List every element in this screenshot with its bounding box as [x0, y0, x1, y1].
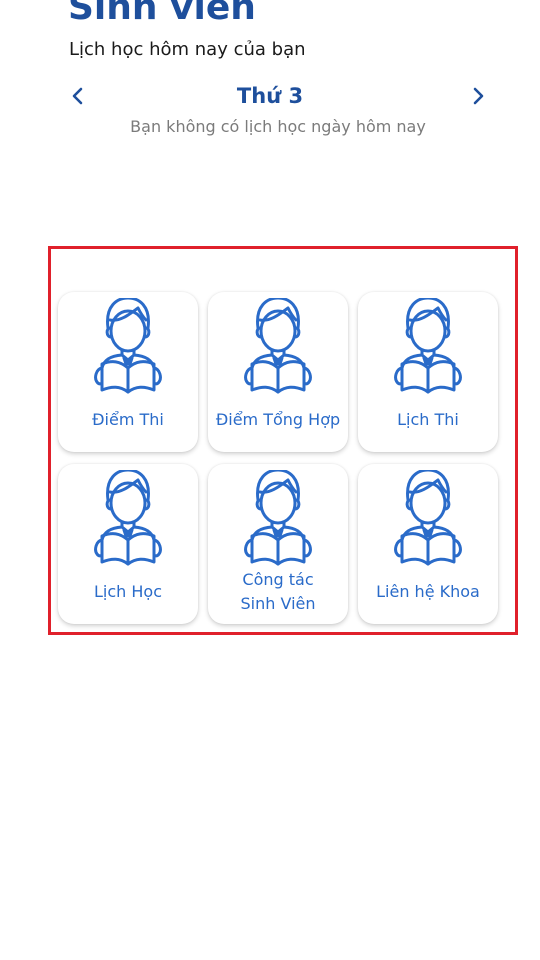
student-reading-icon: [94, 470, 162, 566]
day-navigator: Thứ 3: [0, 80, 540, 112]
menu-card-contact-faculty[interactable]: Liên hệ Khoa: [358, 464, 498, 624]
page-subtitle: Lịch học hôm nay của bạn: [69, 39, 306, 60]
student-reading-icon: [244, 298, 312, 394]
page-title: Sinh viên: [68, 0, 256, 28]
day-label: Thứ 3: [236, 84, 304, 108]
menu-card-label: Lịch Học: [94, 582, 162, 601]
student-reading-icon: [394, 298, 462, 394]
menu-card-exam-schedule[interactable]: Lịch Thi: [358, 292, 498, 452]
menu-card-label: Liên hệ Khoa: [376, 582, 480, 601]
empty-schedule-message: Bạn không có lịch học ngày hôm nay: [130, 117, 426, 136]
student-reading-icon: [244, 470, 312, 566]
menu-card-label: Điểm Thi: [92, 410, 164, 429]
menu-card-label-line2: Sinh Viên: [240, 594, 316, 613]
menu-card-exam-scores[interactable]: Điểm Thi: [58, 292, 198, 452]
menu-card-student-affairs[interactable]: Công tác Sinh Viên: [208, 464, 348, 624]
menu-card-summary-scores[interactable]: Điểm Tổng Hợp: [208, 292, 348, 452]
chevron-right-icon: [473, 87, 484, 105]
student-reading-icon: [394, 470, 462, 566]
menu-card-class-schedule[interactable]: Lịch Học: [58, 464, 198, 624]
menu-card-label-line1: Công tác: [242, 570, 314, 589]
student-reading-icon: [94, 298, 162, 394]
menu-card-label: Công tác Sinh Viên: [208, 568, 348, 616]
menu-card-label: Lịch Thi: [397, 410, 459, 429]
menu-card-label: Điểm Tổng Hợp: [215, 410, 341, 429]
next-day-button[interactable]: [464, 82, 492, 110]
